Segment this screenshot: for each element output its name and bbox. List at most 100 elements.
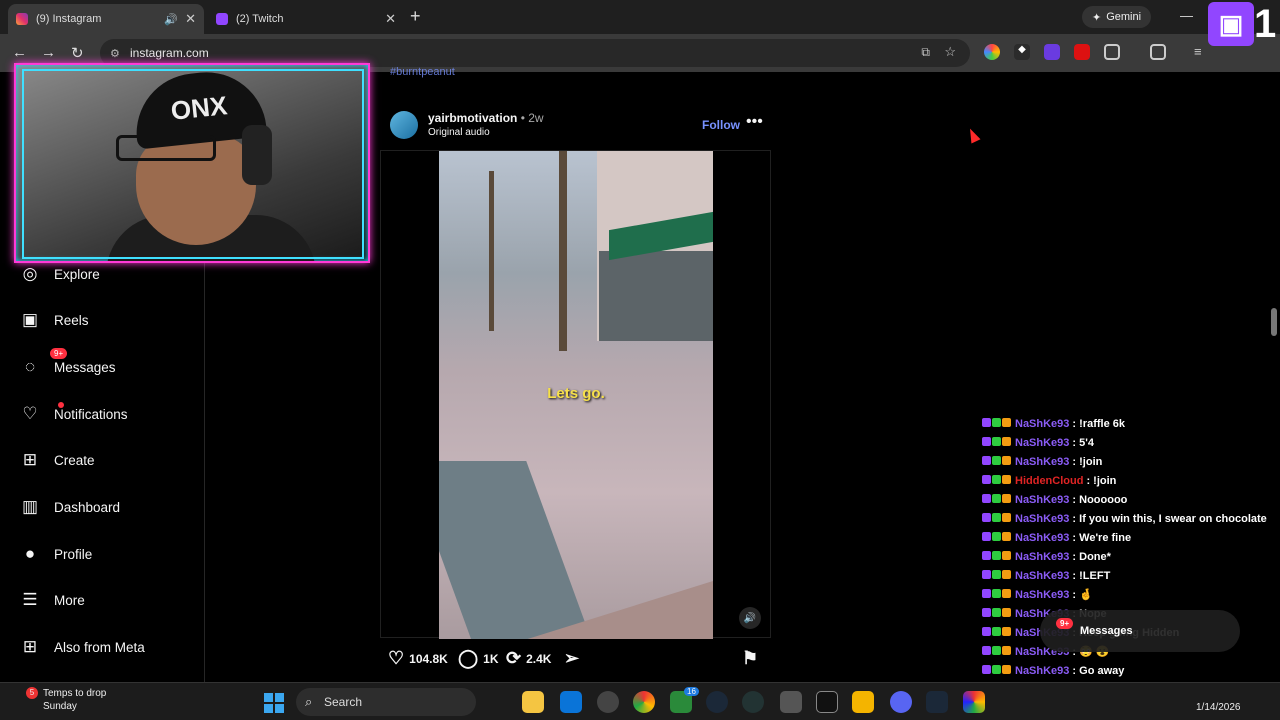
- post-username[interactable]: yairbmotivation: [428, 111, 517, 125]
- sidebar-item-create[interactable]: ⊞ Create: [20, 450, 95, 470]
- windows-start-icon[interactable]: [264, 693, 284, 713]
- steam-icon[interactable]: [926, 691, 948, 713]
- volume-icon[interactable]: 🔊: [739, 607, 761, 629]
- sidebar-item-dashboard[interactable]: ▥ Dashboard: [20, 497, 120, 517]
- page-scrollbar[interactable]: [1268, 72, 1280, 682]
- reload-icon[interactable]: ↻: [71, 44, 84, 62]
- sidebar-item-label: Dashboard: [54, 499, 121, 515]
- chat-message: NaShKe93: !LEFT: [982, 566, 1110, 585]
- store-icon[interactable]: [560, 691, 582, 713]
- sidebar-item-reels[interactable]: ▣ Reels: [20, 310, 89, 330]
- save-button[interactable]: ⚑: [742, 648, 758, 669]
- chat-badges: [982, 512, 1012, 525]
- sidebar-item-profile[interactable]: ● Profile: [20, 544, 92, 564]
- chat-username[interactable]: NaShKe93: [1015, 513, 1069, 525]
- comment-button[interactable]: ◯ 1K: [458, 648, 499, 669]
- chat-badges: [982, 607, 1012, 620]
- scrollbar-thumb[interactable]: [1271, 308, 1277, 336]
- extension-red-icon[interactable]: [1074, 44, 1090, 60]
- close-tab-icon[interactable]: ✕: [385, 11, 396, 27]
- chat-badge-icon: [992, 512, 1001, 522]
- share-count: 2.4K: [526, 651, 552, 666]
- app-icon[interactable]: [963, 691, 985, 713]
- post-author[interactable]: yairbmotivation • 2w: [428, 111, 544, 125]
- rockstar-icon[interactable]: [852, 691, 874, 713]
- app-icon[interactable]: [780, 691, 802, 713]
- windows-taskbar: 5 Temps to drop Sunday ⌕ Search 16 1/14/…: [0, 682, 1280, 720]
- taskbar-clock[interactable]: 1/14/2026: [1196, 687, 1241, 715]
- chat-badge-icon: [982, 493, 991, 503]
- chat-badges: [982, 645, 1012, 658]
- post-audio[interactable]: Original audio: [428, 127, 490, 138]
- remix-button[interactable]: ⟳ 2.4K: [506, 648, 551, 669]
- share-button[interactable]: ➢: [564, 648, 579, 669]
- new-tab-button[interactable]: +: [410, 6, 421, 27]
- extensions-puzzle-icon[interactable]: [1104, 44, 1120, 60]
- reel-video[interactable]: Lets go. 🔊: [380, 150, 771, 639]
- chat-username[interactable]: NaShKe93: [1015, 589, 1069, 601]
- chat-username[interactable]: NaShKe93: [1015, 570, 1069, 582]
- file-explorer-icon[interactable]: [522, 691, 544, 713]
- chat-badges: [982, 550, 1012, 563]
- post-hashtag[interactable]: #burntpeanut: [390, 66, 455, 78]
- sidebar-item-more[interactable]: ☰ More: [20, 590, 84, 610]
- extension-diamond-icon[interactable]: ◆: [1014, 44, 1030, 60]
- chat-username[interactable]: NaShKe93: [1015, 532, 1069, 544]
- gemini-button[interactable]: ✦ Gemini: [1082, 6, 1152, 28]
- tab-twitch[interactable]: (2) Twitch ✕: [208, 4, 404, 34]
- chrome-icon[interactable]: [633, 691, 655, 713]
- chat-username[interactable]: NaShKe93: [1015, 665, 1069, 677]
- sidebar-item-label: Profile: [54, 546, 93, 562]
- chat-badge-icon: [982, 569, 991, 579]
- reading-list-icon[interactable]: ≡: [1194, 44, 1210, 60]
- epic-games-icon[interactable]: [816, 691, 838, 713]
- chat-badge-icon: [992, 436, 1001, 446]
- minimize-icon[interactable]: —: [1180, 8, 1193, 23]
- extension-color-icon[interactable]: [984, 44, 1000, 60]
- app-icon[interactable]: [597, 691, 619, 713]
- site-info-icon[interactable]: ⚙: [110, 47, 120, 60]
- steam-icon[interactable]: [706, 691, 728, 713]
- discord-icon[interactable]: [890, 691, 912, 713]
- chat-username[interactable]: NaShKe93: [1015, 551, 1069, 563]
- sidebar-item-explore[interactable]: ◎ Explore: [20, 264, 100, 284]
- close-tab-icon[interactable]: ✕: [185, 11, 196, 27]
- like-button[interactable]: ♡ 104.8K: [388, 648, 448, 669]
- sidebar-item-notifications[interactable]: ♡ Notifications: [20, 402, 128, 424]
- chat-username[interactable]: HiddenCloud: [1015, 475, 1083, 487]
- chat-username[interactable]: NaShKe93: [1015, 437, 1069, 449]
- forward-icon[interactable]: →: [41, 44, 56, 61]
- bookmark-star-icon[interactable]: ☆: [944, 44, 956, 60]
- sidebar-item-also-from-meta[interactable]: ⊞ Also from Meta: [20, 637, 145, 657]
- follow-button[interactable]: Follow: [702, 118, 740, 132]
- tab-search-icon[interactable]: [1150, 44, 1166, 60]
- install-icon[interactable]: ⧉: [921, 45, 930, 60]
- chat-username[interactable]: NaShKe93: [1015, 456, 1069, 468]
- chat-badge-icon: [982, 512, 991, 522]
- back-icon[interactable]: ←: [12, 44, 27, 61]
- more-options-icon[interactable]: •••: [746, 113, 763, 131]
- url-text: instagram.com: [130, 46, 209, 60]
- video-caption: Lets go.: [547, 385, 605, 402]
- post-author-avatar[interactable]: [390, 111, 418, 139]
- chat-username[interactable]: NaShKe93: [1015, 494, 1069, 506]
- chat-badge-icon: [1002, 531, 1011, 541]
- comment-count: 1K: [483, 651, 499, 666]
- tab-instagram[interactable]: (9) Instagram 🔊 ✕: [8, 4, 204, 34]
- taskbar-search[interactable]: ⌕ Search: [296, 688, 476, 716]
- speaker-icon[interactable]: 🔊: [164, 13, 178, 26]
- chat-text: : If you win this, I swear on chocolate: [1072, 512, 1267, 525]
- instagram-icon: [16, 13, 28, 25]
- extension-twitch-icon[interactable]: [1044, 44, 1060, 60]
- obs-icon[interactable]: [742, 691, 764, 713]
- chat-badge-icon: [992, 607, 1001, 617]
- messages-floating-bar[interactable]: 9+ Messages: [1040, 610, 1240, 652]
- sidebar-item-messages[interactable]: ◌ 9+ Messages: [20, 348, 116, 377]
- chat-text: : Done*: [1072, 550, 1111, 563]
- weather-widget[interactable]: 5 Temps to drop Sunday: [18, 687, 106, 713]
- chat-text: : 5'4: [1072, 436, 1094, 449]
- chat-username[interactable]: NaShKe93: [1015, 418, 1069, 430]
- weather-subtitle: Sunday: [43, 701, 77, 712]
- chat-badge-icon: [982, 607, 991, 617]
- chat-badge-icon: [992, 645, 1001, 655]
